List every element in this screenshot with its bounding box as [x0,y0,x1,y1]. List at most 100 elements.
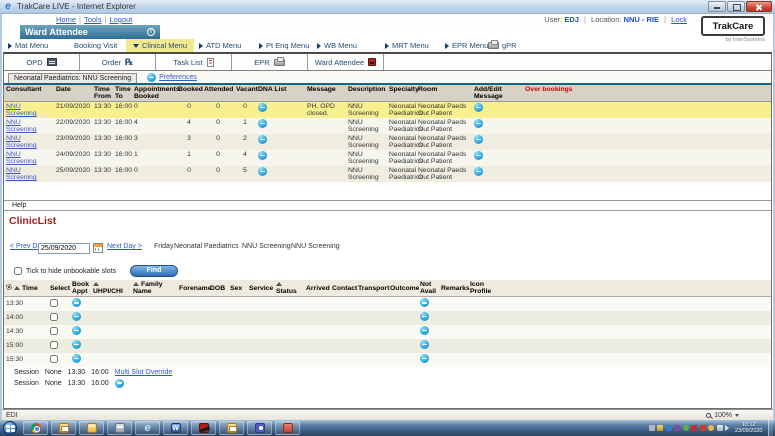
hide-unbookable-checkbox[interactable] [14,267,22,275]
empty-cell [177,311,208,325]
purple-app-icon[interactable] [674,425,680,431]
preferences-link[interactable]: Preferences [159,74,197,81]
book-appt-icon[interactable] [72,326,81,335]
maximize-button[interactable] [727,1,745,12]
column-header-status[interactable]: Status [274,280,304,297]
preferences-icon[interactable] [147,73,156,82]
book-appt-icon[interactable] [72,298,81,307]
yellow-app-icon[interactable] [708,425,714,431]
nav-link-logout[interactable]: Logout [109,15,132,24]
menu-item-gpr[interactable]: gPR [488,39,517,52]
taskbar-button-outlook[interactable] [51,421,76,435]
menu-item-pt-enq-menu[interactable]: Pt Enq Menu [259,39,309,52]
help-bar[interactable]: Help [4,200,771,211]
dna-list-icon[interactable] [258,103,267,112]
next-day-link[interactable]: Next Day > [107,243,142,250]
not-avail-icon[interactable] [420,326,429,335]
menu-item-booking-visit[interactable]: Booking Visit [74,39,117,52]
date-input[interactable] [38,243,90,254]
taskbar-button-chrome[interactable] [23,421,48,435]
not-avail-icon[interactable] [420,298,429,307]
taskbar-button-powerpoint[interactable] [275,421,300,435]
book-appt-icon[interactable] [72,312,81,321]
column-header-family-name[interactable]: Family Name [131,280,177,297]
taskbar-button-app-red[interactable] [191,421,216,435]
add-edit-message-icon[interactable] [474,151,483,160]
find-button[interactable]: Find [130,265,178,277]
consultant-link[interactable]: NNU Screening [6,103,37,117]
slot-select-checkbox[interactable] [50,355,58,363]
taskbar-button-teams[interactable] [247,421,272,435]
clinic-tab[interactable]: Neonatal Paediatrics: NNU Screening [8,73,137,83]
add-edit-message-icon[interactable] [474,103,483,112]
zoom-control[interactable]: 100% [706,412,739,419]
taskbar-button-word[interactable] [163,421,188,435]
menu-item-atd-menu[interactable]: ATD Menu [199,39,241,52]
book-appt-icon[interactable] [72,354,81,363]
taskbar-button-explorer[interactable] [79,421,104,435]
volume-icon[interactable] [725,425,729,431]
add-edit-message-icon[interactable] [474,167,483,176]
info-icon[interactable] [147,28,155,36]
toolbar-item-task-list[interactable]: Task List [156,54,232,70]
menu-item-mrt-menu[interactable]: MRT Menu [385,39,429,52]
red-arrow-app-icon[interactable] [700,425,706,431]
close-button[interactable] [746,1,772,12]
dna-list-icon[interactable] [258,167,267,176]
slot-select-checkbox[interactable] [50,313,58,321]
minimize-button[interactable] [708,1,726,12]
taskbar-button-outlook2[interactable] [219,421,244,435]
slot-select-checkbox[interactable] [50,327,58,335]
dna-list-icon[interactable] [258,119,267,128]
not-avail-icon[interactable] [420,354,429,363]
blue-app-icon[interactable] [666,425,672,431]
add-edit-message-icon[interactable] [474,119,483,128]
gear-icon[interactable] [6,284,12,290]
consultant-link[interactable]: NNU Screening [6,135,37,149]
column-header-uhpi-chi[interactable]: UHPI/CHI [91,280,131,297]
menu-item-epr-menu[interactable]: EPR Menu [445,39,488,52]
shield-icon[interactable] [657,425,663,431]
vacant-cell: 0 [234,102,256,119]
nav-link-home[interactable]: Home [56,15,76,24]
toolbar-item-opd[interactable]: OPD [4,54,80,70]
dna-list-icon[interactable] [258,135,267,144]
chevron-right-icon [445,43,449,49]
show-desktop-button[interactable] [768,420,773,436]
consultant-link[interactable]: NNU Screening [6,151,37,165]
filler-cell [578,150,771,166]
column-header-time[interactable]: Time [4,280,48,297]
menu-item-mat-menu[interactable]: Mat Menu [8,39,48,52]
book-appt-icon[interactable] [72,340,81,349]
session-icon[interactable] [115,379,124,388]
slot-select-checkbox[interactable] [50,299,58,307]
hidden-icons-icon[interactable] [649,425,655,431]
toolbar-item-ward-attendee[interactable]: Ward Attendee [308,54,384,70]
consultant-link[interactable]: NNU Screening [6,167,37,181]
green-app-icon[interactable] [683,425,689,431]
menu-item-wb-menu[interactable]: WB Menu [317,39,357,52]
taskbar-button-calculator[interactable] [107,421,132,435]
menu-item-clinical-menu[interactable]: Clinical Menu [126,39,194,52]
sort-ascending-icon [276,282,282,286]
not-avail-icon[interactable] [420,312,429,321]
session-to: 16:00 [91,369,109,376]
start-button[interactable] [3,421,17,435]
lock-link[interactable]: Lock [671,15,687,24]
taskbar-button-ie[interactable] [135,421,160,435]
appointments-booked-cell: 3 [132,134,176,150]
calendar-icon[interactable] [93,243,103,253]
red-app-icon[interactable] [691,425,697,431]
consultant-link[interactable]: NNU Screening [6,119,37,133]
multi-slot-override-link[interactable]: Multi Slot Override [115,369,173,376]
toolbar-item-order[interactable]: Order [80,54,156,70]
taskbar-clock[interactable]: 10:12 23/09/2020 [735,422,763,434]
network-icon[interactable] [717,425,723,431]
not-avail-icon[interactable] [420,340,429,349]
nav-link-tools[interactable]: Tools [84,15,102,24]
slot-select-checkbox[interactable] [50,341,58,349]
add-edit-message-icon[interactable] [474,135,483,144]
toolbar-item-epr[interactable]: EPR [232,54,308,70]
dna-list-icon[interactable] [258,151,267,160]
empty-cell [356,297,388,311]
